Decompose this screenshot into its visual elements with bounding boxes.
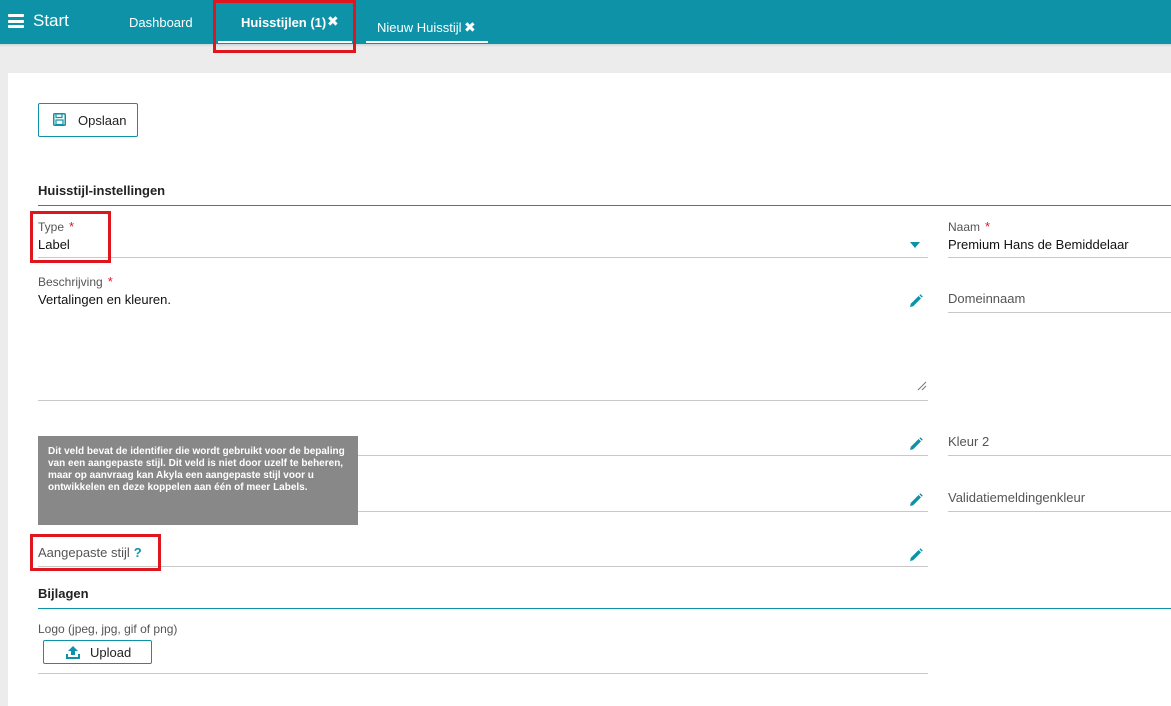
topbar-shadow	[0, 44, 1171, 47]
save-button-label: Opslaan	[78, 113, 127, 128]
tab-active-underline	[218, 41, 352, 43]
dropdown-caret-icon[interactable]	[910, 242, 920, 248]
top-navigation-bar: Start Dashboard Huisstijlen (1) ✖ Nieuw …	[0, 0, 1171, 44]
type-field-underline	[38, 257, 928, 258]
upload-button[interactable]: Upload	[43, 640, 152, 664]
naam-label: Naam *	[948, 219, 991, 234]
type-select-value[interactable]: Label	[38, 237, 70, 252]
upload-icon	[66, 646, 80, 659]
type-label: Type *	[38, 219, 75, 234]
section-divider	[38, 205, 1171, 206]
aangepaste-stijl-label: Aangepaste stijl?	[38, 545, 142, 560]
edit-pencil-icon[interactable]	[909, 548, 923, 562]
upload-button-label: Upload	[90, 645, 132, 660]
naam-field-underline	[948, 257, 1171, 258]
beschrijving-label: Beschrijving *	[38, 274, 113, 289]
textarea-resize-grip-icon[interactable]	[917, 381, 927, 391]
tab-nieuw-huisstijl[interactable]: Nieuw Huisstijl	[377, 20, 462, 35]
start-link[interactable]: Start	[33, 11, 69, 31]
section-title-settings: Huisstijl-instellingen	[38, 183, 166, 198]
tab-huisstijlen-close-icon[interactable]: ✖	[327, 13, 339, 30]
edit-pencil-icon[interactable]	[909, 294, 923, 308]
aangepaste-stijl-field-underline[interactable]	[38, 566, 928, 567]
domeinnaam-field-underline[interactable]	[948, 312, 1171, 313]
kleur2-label: Kleur 2	[948, 434, 990, 449]
tab-underline	[366, 41, 488, 43]
logo-field-underline	[38, 673, 928, 674]
section-title-bijlagen: Bijlagen	[38, 586, 89, 601]
edit-pencil-icon[interactable]	[909, 437, 923, 451]
hamburger-menu-icon[interactable]	[8, 14, 24, 28]
domeinnaam-label: Domeinnaam	[948, 291, 1026, 306]
tab-huisstijlen[interactable]: Huisstijlen (1)	[241, 15, 326, 30]
validatiemeldingenkleur-field-underline[interactable]	[948, 511, 1171, 512]
kleur2-field-underline[interactable]	[948, 455, 1171, 456]
naam-input[interactable]: Premium Hans de Bemiddelaar	[948, 237, 1129, 252]
logo-label: Logo (jpeg, jpg, gif of png)	[38, 622, 178, 636]
tab-dashboard[interactable]: Dashboard	[129, 15, 193, 30]
help-tooltip: Dit veld bevat de identifier die wordt g…	[38, 436, 358, 525]
validatiemeldingenkleur-label: Validatiemeldingenkleur	[948, 490, 1086, 505]
beschrijving-textarea[interactable]: Vertalingen en kleuren.	[38, 292, 171, 307]
section-divider	[38, 608, 1171, 609]
help-question-icon[interactable]: ?	[134, 545, 142, 560]
edit-pencil-icon[interactable]	[909, 493, 923, 507]
beschrijving-field-underline	[38, 400, 928, 401]
save-button[interactable]: Opslaan	[38, 103, 138, 137]
content-card	[8, 73, 1171, 706]
floppy-disk-icon	[53, 113, 66, 126]
tab-nieuw-huisstijl-close-icon[interactable]: ✖	[464, 19, 476, 36]
